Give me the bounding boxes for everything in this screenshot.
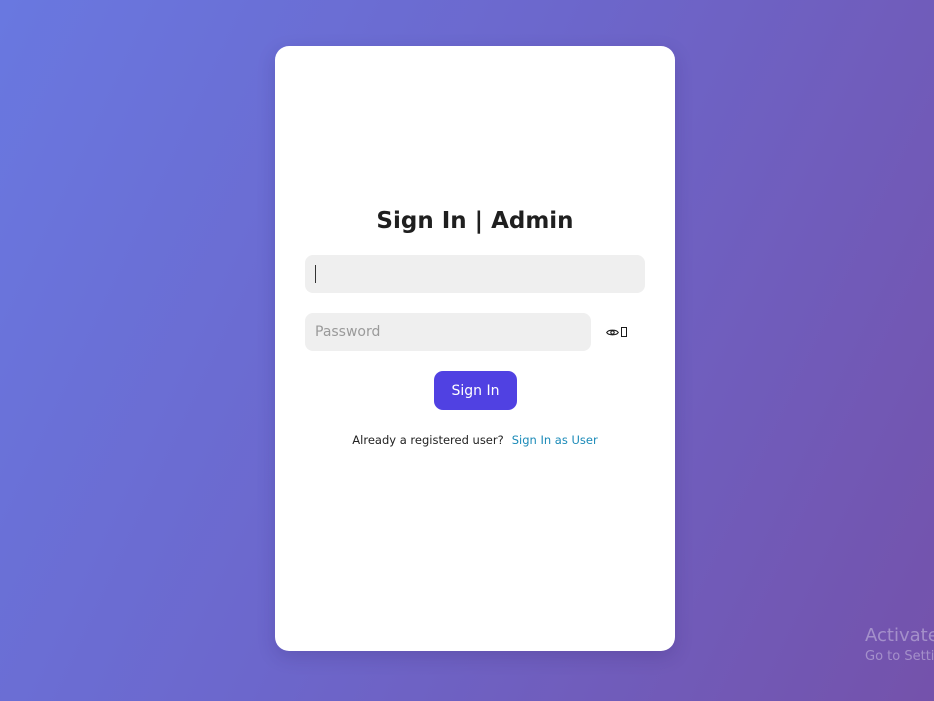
watermark-title: Activate bbox=[865, 625, 934, 646]
sign-in-footer: Already a registered user? Sign In as Use… bbox=[275, 432, 675, 448]
login-card: Sign In | Admin Sign In Already a regist… bbox=[275, 46, 675, 651]
password-visibility-toggle[interactable] bbox=[606, 324, 627, 340]
eye-icon bbox=[606, 328, 619, 337]
placeholder-glyph-icon bbox=[621, 327, 627, 337]
text-cursor bbox=[315, 265, 316, 283]
footer-text: Already a registered user? bbox=[352, 433, 504, 447]
page-title: Sign In | Admin bbox=[376, 208, 574, 234]
username-input[interactable] bbox=[305, 255, 645, 293]
sign-in-as-user-link[interactable]: Sign In as User bbox=[512, 433, 598, 447]
watermark-subtitle: Go to Setti bbox=[865, 649, 934, 664]
password-input[interactable] bbox=[305, 313, 591, 351]
sign-in-button[interactable]: Sign In bbox=[434, 371, 517, 410]
activation-watermark: Activate Go to Setti bbox=[865, 624, 934, 666]
